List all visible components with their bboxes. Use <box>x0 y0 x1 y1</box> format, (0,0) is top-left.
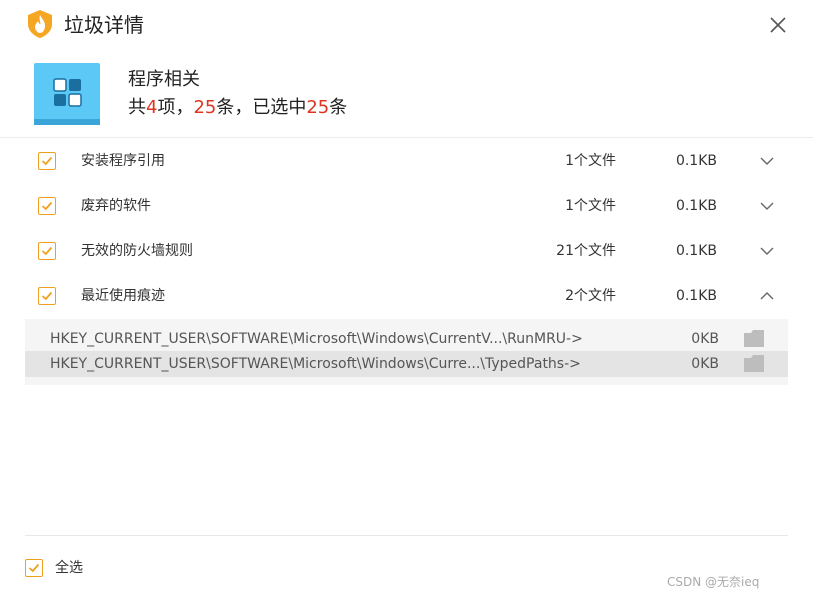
checkmark-icon <box>41 246 53 256</box>
checkmark-icon <box>28 563 40 573</box>
chevron-up-icon[interactable] <box>759 288 775 304</box>
detail-size: 0KB <box>691 356 719 372</box>
chevron-down-icon[interactable] <box>759 153 775 169</box>
folder-icon[interactable] <box>744 355 764 372</box>
chevron-down-icon[interactable] <box>759 243 775 259</box>
item-checkbox[interactable] <box>38 287 56 305</box>
window-title: 垃圾详情 <box>64 13 144 37</box>
program-category-icon <box>34 63 100 125</box>
shield-flame-logo-icon <box>28 10 52 38</box>
item-size: 0.1KB <box>675 243 717 259</box>
list-item[interactable]: 无效的防火墙规则 21个文件 0.1KB <box>0 229 813 274</box>
item-count-text: 21个文件 <box>556 243 616 259</box>
checkmark-icon <box>41 201 53 211</box>
registry-path: HKEY_CURRENT_USER\SOFTWARE\Microsoft\Win… <box>50 356 581 372</box>
list-item[interactable]: 最近使用痕迹 2个文件 0.1KB <box>0 274 813 319</box>
entry-count: 25 <box>193 97 217 118</box>
list-item[interactable]: 废弃的软件 1个文件 0.1KB <box>0 184 813 229</box>
item-checkbox[interactable] <box>38 242 56 260</box>
select-all-checkbox[interactable] <box>25 559 43 577</box>
folder-icon[interactable] <box>744 330 764 347</box>
category-summary: 共4项，25条，已选中25条 <box>128 97 348 118</box>
category-name: 程序相关 <box>128 69 200 90</box>
item-count-text: 2个文件 <box>565 288 616 304</box>
item-name: 无效的防火墙规则 <box>81 243 193 259</box>
chevron-down-icon[interactable] <box>759 198 775 214</box>
registry-path: HKEY_CURRENT_USER\SOFTWARE\Microsoft\Win… <box>50 331 583 347</box>
expanded-detail-panel: HKEY_CURRENT_USER\SOFTWARE\Microsoft\Win… <box>25 319 788 385</box>
watermark: CSDN @无奈ieq <box>667 575 760 589</box>
select-all-label[interactable]: 全选 <box>55 558 83 578</box>
list-item[interactable]: 安装程序引用 1个文件 0.1KB <box>0 139 813 184</box>
checkmark-icon <box>41 156 53 166</box>
item-name: 安装程序引用 <box>81 153 165 169</box>
item-count-text: 1个文件 <box>565 153 616 169</box>
detail-size: 0KB <box>691 331 719 347</box>
item-size: 0.1KB <box>675 288 717 304</box>
detail-row[interactable]: HKEY_CURRENT_USER\SOFTWARE\Microsoft\Win… <box>25 326 788 352</box>
detail-row[interactable]: HKEY_CURRENT_USER\SOFTWARE\Microsoft\Win… <box>25 351 788 377</box>
category-header: 程序相关 共4项，25条，已选中25条 <box>0 50 813 138</box>
footer-divider <box>25 535 788 536</box>
close-icon[interactable] <box>767 14 789 36</box>
item-size: 0.1KB <box>675 153 717 169</box>
selected-count: 25 <box>306 97 330 118</box>
item-count: 4 <box>146 97 158 118</box>
title-bar: 垃圾详情 <box>0 0 813 50</box>
item-checkbox[interactable] <box>38 152 56 170</box>
item-name: 最近使用痕迹 <box>81 288 165 304</box>
checkmark-icon <box>41 291 53 301</box>
item-size: 0.1KB <box>675 198 717 214</box>
item-name: 废弃的软件 <box>81 198 151 214</box>
item-checkbox[interactable] <box>38 197 56 215</box>
item-count-text: 1个文件 <box>565 198 616 214</box>
